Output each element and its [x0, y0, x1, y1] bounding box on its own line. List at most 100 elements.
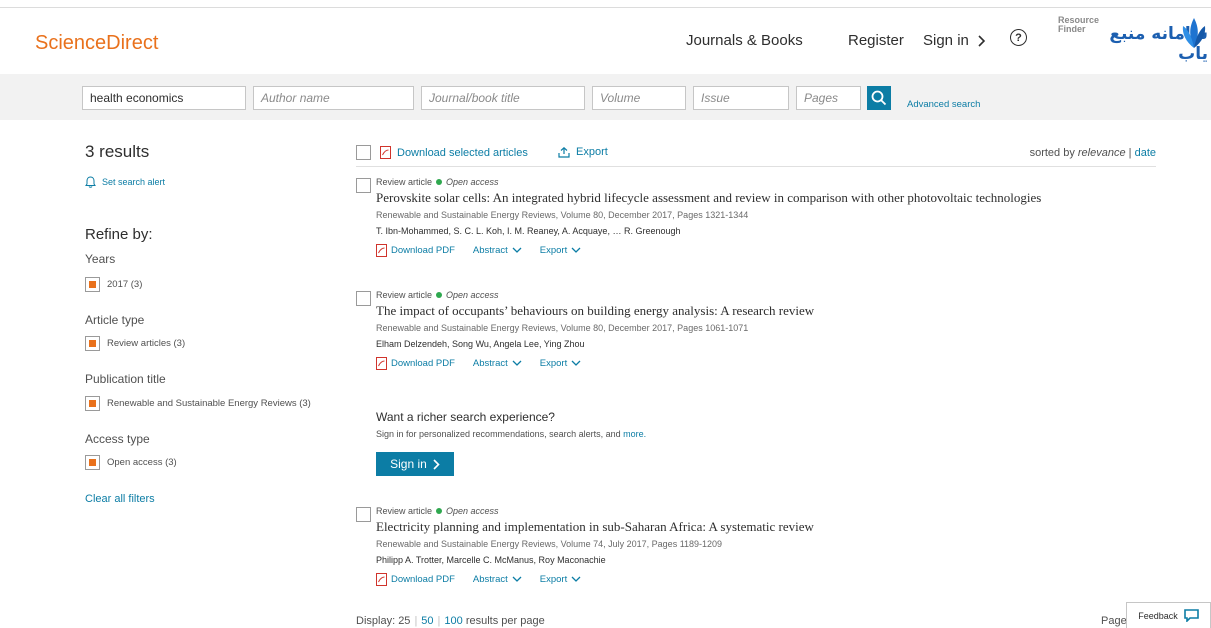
refine-title: Refine by: — [85, 226, 153, 243]
result-title-link[interactable]: The impact of occupants’ behaviours on b… — [376, 303, 814, 319]
abstract-toggle[interactable]: Abstract — [473, 245, 522, 256]
feedback-button[interactable]: Feedback — [1126, 602, 1211, 628]
download-pdf-link[interactable]: Download PDF — [376, 573, 455, 586]
result-checkbox[interactable] — [356, 178, 371, 193]
download-pdf-link[interactable]: Download PDF — [376, 244, 455, 257]
filter-item-2017[interactable]: 2017 (3) — [85, 277, 142, 292]
promo-signin-button[interactable]: Sign in — [376, 452, 454, 476]
author-input[interactable]: Author name — [253, 86, 414, 110]
advanced-search-link[interactable]: Advanced search — [907, 99, 980, 110]
download-selected-button[interactable]: Download selected articles — [380, 146, 528, 159]
per-page-100[interactable]: 100 — [444, 615, 462, 627]
checkbox[interactable] — [85, 336, 100, 351]
journals-books-link[interactable]: Journals & Books — [686, 32, 803, 49]
per-page-50[interactable]: 50 — [421, 615, 433, 627]
result-title-link[interactable]: Electricity planning and implementation … — [376, 519, 814, 535]
article-type: Review article Open access — [376, 506, 499, 516]
checkbox[interactable] — [85, 277, 100, 292]
result-source[interactable]: Renewable and Sustainable Energy Reviews… — [376, 210, 748, 220]
resource-finder-logo[interactable]: Resource Finder سامانه منبع یاب — [1052, 10, 1208, 65]
export-icon — [558, 146, 570, 158]
chevron-down-icon — [512, 360, 522, 366]
filter-item-open-access[interactable]: Open access (3) — [85, 455, 177, 470]
open-access-dot-icon — [436, 292, 443, 298]
select-all-checkbox[interactable] — [356, 145, 371, 160]
chevron-down-icon — [512, 247, 522, 253]
result-authors: Elham Delzendeh, Song Wu, Angela Lee, Yi… — [376, 339, 585, 349]
speech-bubble-icon — [1183, 609, 1199, 622]
download-selected-label: Download selected articles — [397, 146, 528, 159]
abstract-toggle[interactable]: Abstract — [473, 358, 522, 369]
pdf-icon — [376, 244, 387, 257]
sort-relevance[interactable]: relevance — [1078, 147, 1126, 159]
open-access-dot-icon — [436, 508, 443, 514]
filter-item-label: Review articles (3) — [107, 338, 186, 349]
help-circle-icon[interactable]: ? — [1010, 29, 1027, 46]
pdf-icon — [376, 357, 387, 370]
promo-signin-label: Sign in — [390, 457, 427, 471]
result-title-link[interactable]: Perovskite solar cells: An integrated hy… — [376, 190, 1041, 206]
article-type: Review article Open access — [376, 177, 499, 187]
filter-item-label: 2017 (3) — [107, 279, 143, 290]
promo-more-link[interactable]: more. — [623, 429, 646, 439]
filter-item-label: Open access (3) — [107, 457, 177, 468]
result-actions: Download PDF Abstract Export — [376, 357, 581, 370]
journal-title-input[interactable]: Journal/book title — [421, 86, 585, 110]
set-search-alert-link[interactable]: Set search alert — [85, 176, 165, 188]
result-actions: Download PDF Abstract Export — [376, 573, 581, 586]
result-actions: Download PDF Abstract Export — [376, 244, 581, 257]
sort-separator: | — [1128, 147, 1132, 159]
chevron-down-icon — [512, 576, 522, 582]
search-icon — [871, 90, 887, 106]
checkbox[interactable] — [85, 396, 100, 411]
feedback-label: Feedback — [1138, 610, 1178, 621]
search-bar: health economics Author name Journal/boo… — [0, 74, 1211, 120]
sort-date-link[interactable]: date — [1135, 147, 1156, 159]
search-button[interactable] — [867, 86, 891, 110]
volume-input[interactable]: Volume — [592, 86, 686, 110]
issue-input[interactable]: Issue — [693, 86, 789, 110]
promo-heading: Want a richer search experience? — [376, 410, 555, 424]
signin-label: Sign in — [923, 32, 969, 49]
result-checkbox[interactable] — [356, 291, 371, 306]
result-authors: T. Ibn-Mohammed, S. C. L. Koh, I. M. Rea… — [376, 226, 681, 236]
pages-input[interactable]: Pages — [796, 86, 861, 110]
pdf-icon — [376, 573, 387, 586]
abstract-toggle[interactable]: Abstract — [473, 574, 522, 585]
filter-group-years: Years — [85, 252, 116, 266]
chevron-down-icon — [571, 247, 581, 253]
export-toggle[interactable]: Export — [540, 574, 581, 585]
brand-logo[interactable]: ScienceDirect — [35, 32, 158, 55]
per-page-25[interactable]: 25 — [398, 615, 410, 627]
per-page-label: results per page — [465, 615, 545, 627]
signin-link[interactable]: Sign in — [923, 32, 986, 49]
filter-item-publication[interactable]: Renewable and Sustainable Energy Reviews… — [85, 396, 311, 411]
pdf-icon — [380, 146, 391, 159]
page-label: Page — [1101, 615, 1127, 627]
export-button[interactable]: Export — [558, 146, 608, 158]
filter-group-publication-title: Publication title — [85, 372, 166, 386]
site-header: ScienceDirect Journals & Books Register … — [0, 8, 1211, 74]
result-checkbox[interactable] — [356, 507, 371, 522]
checkbox[interactable] — [85, 455, 100, 470]
register-link[interactable]: Register — [848, 32, 904, 49]
chevron-down-icon — [571, 576, 581, 582]
sort-prefix: sorted by — [1029, 147, 1075, 159]
display-label: Display: — [356, 615, 396, 627]
keywords-input[interactable]: health economics — [82, 86, 246, 110]
export-toggle[interactable]: Export — [540, 358, 581, 369]
results-per-page: Display: 25 | 50 | 100 results per page — [356, 615, 545, 627]
filter-item-review-articles[interactable]: Review articles (3) — [85, 336, 185, 351]
lotus-icon — [1182, 18, 1206, 48]
bell-icon — [85, 176, 96, 188]
promo-text: Sign in for personalized recommendations… — [376, 429, 647, 439]
export-toggle[interactable]: Export — [540, 245, 581, 256]
article-type: Review article Open access — [376, 290, 499, 300]
set-search-alert-label: Set search alert — [102, 177, 166, 187]
download-pdf-link[interactable]: Download PDF — [376, 357, 455, 370]
result-source[interactable]: Renewable and Sustainable Energy Reviews… — [376, 539, 722, 549]
filter-group-access-type: Access type — [85, 432, 150, 446]
clear-all-filters-link[interactable]: Clear all filters — [85, 493, 155, 505]
result-authors: Philipp A. Trotter, Marcelle C. McManus,… — [376, 555, 606, 565]
result-source[interactable]: Renewable and Sustainable Energy Reviews… — [376, 323, 748, 333]
